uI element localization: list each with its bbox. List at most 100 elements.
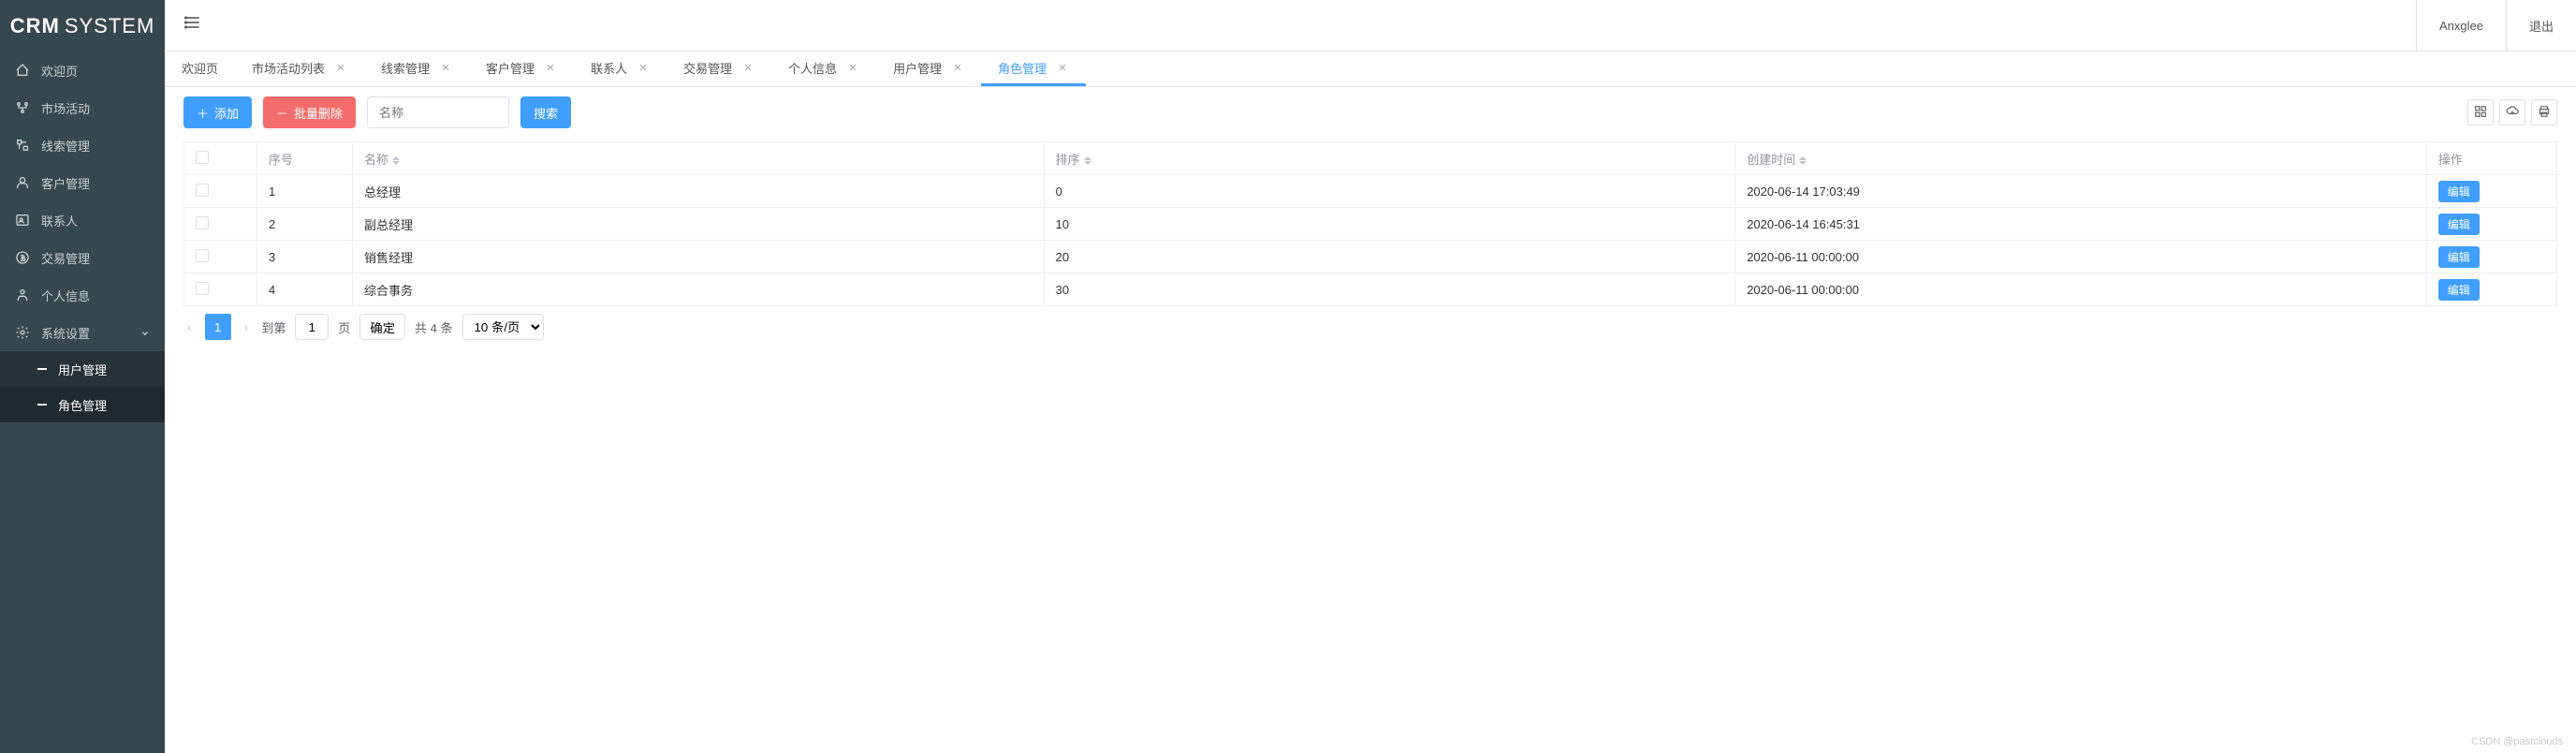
- tab-2[interactable]: 线索管理 ✕: [364, 52, 469, 86]
- sidebar-sub-role[interactable]: 角色管理: [0, 387, 165, 422]
- row-checkbox[interactable]: [196, 216, 209, 229]
- logo: CRM SYSTEM: [0, 0, 165, 52]
- table-header-row: 序号 名称 排序 创建时间 操作: [184, 142, 2557, 175]
- tab-label: 线索管理: [381, 59, 430, 77]
- close-icon[interactable]: ✕: [544, 61, 557, 74]
- edit-button[interactable]: 编辑: [2438, 181, 2480, 202]
- sidebar-item-profile[interactable]: 个人信息: [0, 276, 165, 314]
- edit-button[interactable]: 编辑: [2438, 279, 2480, 301]
- activity-icon: [15, 100, 30, 115]
- th-checkbox: [184, 142, 257, 175]
- cell-sort: 0: [1044, 175, 1735, 208]
- table-row: 1总经理02020-06-14 17:03:49编辑: [184, 175, 2557, 208]
- print-icon: [2538, 105, 2551, 121]
- close-icon[interactable]: ✕: [439, 61, 452, 74]
- close-icon[interactable]: ✕: [1056, 61, 1069, 74]
- row-checkbox[interactable]: [196, 184, 209, 197]
- customer-icon: [15, 175, 30, 190]
- chevron-up-icon: [140, 326, 150, 340]
- close-icon[interactable]: ✕: [951, 61, 964, 74]
- cell-index: 2: [256, 208, 352, 241]
- cell-created: 2020-06-14 16:45:31: [1735, 208, 2427, 241]
- sidebar-item-label: 市场活动: [41, 99, 90, 117]
- gear-icon: [15, 325, 30, 340]
- tab-7[interactable]: 用户管理 ✕: [876, 52, 981, 86]
- pager-goto-pre: 到第: [261, 318, 285, 336]
- pager-prev[interactable]: ‹: [183, 319, 196, 334]
- cell-created: 2020-06-14 17:03:49: [1735, 175, 2427, 208]
- batch-delete-button[interactable]: －批量删除: [263, 96, 356, 128]
- add-button-label: 添加: [214, 104, 239, 122]
- tab-1[interactable]: 市场活动列表✕: [235, 52, 364, 86]
- pager-goto-input[interactable]: [295, 314, 329, 340]
- sidebar-item-welcome[interactable]: 欢迎页: [0, 52, 165, 89]
- tab-5[interactable]: 交易管理✕: [666, 52, 771, 86]
- dash-icon: [37, 368, 47, 370]
- sidebar-item-deal[interactable]: 交易管理: [0, 239, 165, 276]
- edit-button[interactable]: 编辑: [2438, 214, 2480, 235]
- header: Anxglee 退出: [165, 0, 2576, 52]
- search-button[interactable]: 搜索: [520, 96, 571, 128]
- sidebar-item-contact[interactable]: 联系人: [0, 201, 165, 239]
- th-created[interactable]: 创建时间: [1735, 142, 2427, 175]
- close-icon[interactable]: ✕: [334, 61, 347, 74]
- sidebar-item-label: 客户管理: [41, 174, 90, 192]
- sidebar-item-label: 交易管理: [41, 249, 90, 267]
- cell-index: 3: [256, 241, 352, 273]
- column-toggle-button[interactable]: [2467, 99, 2494, 126]
- close-icon[interactable]: ✕: [637, 61, 650, 74]
- plus-icon: ＋: [197, 104, 209, 122]
- tab-3[interactable]: 客户管理✕: [469, 52, 574, 86]
- tab-label: 用户管理: [893, 59, 942, 77]
- toolbar: ＋ 添加 －批量删除 搜索: [183, 96, 2557, 128]
- sidebar-item-customer[interactable]: 客户管理: [0, 164, 165, 201]
- sidebar-sub-user[interactable]: 用户管理: [0, 351, 165, 387]
- batch-delete-label: 批量删除: [294, 104, 343, 122]
- print-button[interactable]: [2531, 99, 2557, 126]
- pager-size-select[interactable]: 10 条/页: [462, 314, 544, 340]
- th-name[interactable]: 名称: [353, 142, 1045, 175]
- tab-label: 角色管理: [998, 59, 1046, 77]
- cell-name: 综合事务: [353, 273, 1045, 306]
- tab-4[interactable]: 联系人 ✕: [574, 52, 666, 86]
- close-icon[interactable]: ✕: [741, 61, 754, 74]
- add-button[interactable]: ＋ 添加: [183, 96, 252, 128]
- close-icon[interactable]: ✕: [846, 61, 859, 74]
- pager-page-1[interactable]: 1: [205, 314, 231, 340]
- header-user[interactable]: Anxglee: [2416, 0, 2506, 51]
- tab-label: 欢迎页: [182, 59, 218, 77]
- sidebar-item-settings[interactable]: 系统设置: [0, 314, 165, 351]
- tab-8[interactable]: 角色管理 ✕: [981, 52, 1086, 86]
- sort-icon: [392, 156, 400, 165]
- th-index: 序号: [256, 142, 352, 175]
- name-input[interactable]: [367, 96, 509, 128]
- logo-text-1: CRM: [10, 14, 60, 38]
- menu-toggle[interactable]: [165, 13, 221, 37]
- th-action: 操作: [2426, 142, 2556, 175]
- header-logout[interactable]: 退出: [2506, 0, 2576, 51]
- export-button[interactable]: [2499, 99, 2525, 126]
- pager-confirm[interactable]: 确定: [359, 314, 405, 340]
- pager-total: 共 4 条: [415, 318, 452, 336]
- header-logout-label: 退出: [2529, 17, 2554, 35]
- sort-icon: [1799, 156, 1807, 165]
- cell-created: 2020-06-11 00:00:00: [1735, 273, 2427, 306]
- row-checkbox[interactable]: [196, 282, 209, 295]
- sidebar-item-clue[interactable]: 线索管理: [0, 126, 165, 164]
- sidebar-item-label: 联系人: [41, 212, 78, 229]
- sidebar-item-activity[interactable]: 市场活动: [0, 89, 165, 126]
- tab-label: 个人信息: [788, 59, 837, 77]
- edit-button[interactable]: 编辑: [2438, 246, 2480, 268]
- row-checkbox[interactable]: [196, 249, 209, 262]
- th-sort[interactable]: 排序: [1044, 142, 1735, 175]
- tab-0[interactable]: 欢迎页: [165, 52, 235, 86]
- pager-goto-suf: 页: [338, 318, 350, 336]
- select-all-checkbox[interactable]: [196, 151, 209, 164]
- pager-next[interactable]: ›: [241, 319, 253, 334]
- cell-name: 副总经理: [353, 208, 1045, 241]
- tab-label: 联系人: [591, 59, 627, 77]
- cell-sort: 30: [1044, 273, 1735, 306]
- tab-6[interactable]: 个人信息 ✕: [771, 52, 876, 86]
- clue-icon: [15, 138, 30, 153]
- sidebar-sub-label: 用户管理: [58, 361, 107, 378]
